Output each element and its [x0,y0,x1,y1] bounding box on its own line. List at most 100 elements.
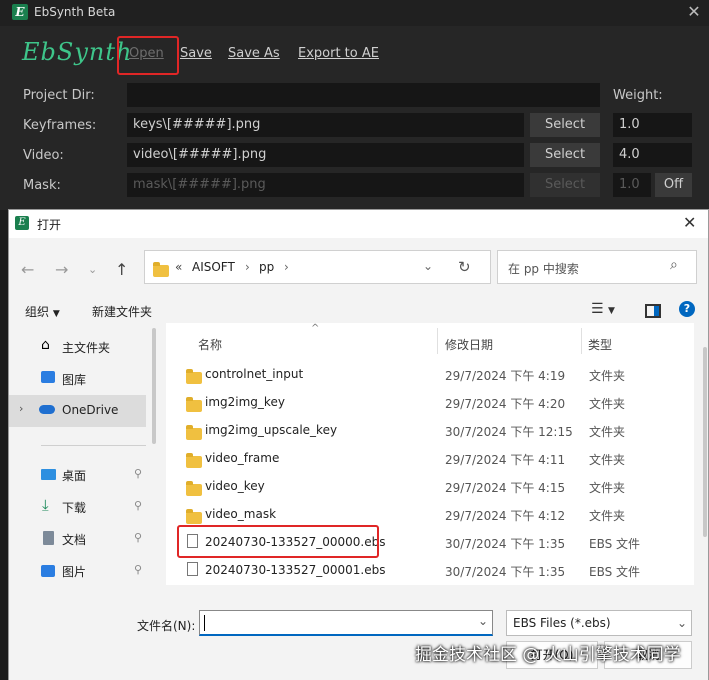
preview-pane-icon[interactable] [645,304,661,318]
video-field[interactable]: video\[#####].png [127,143,524,167]
window-title: EbSynth Beta [34,5,116,19]
new-folder-button[interactable]: 新建文件夹 [92,303,152,320]
file-name: 20240730-133527_00001.ebs [205,563,386,577]
folder-icon [186,481,202,496]
ebsynth-titlebar: E EbSynth Beta ✕ [0,0,709,26]
up-icon[interactable]: ↑ [115,260,128,279]
ebsynth-logo: EbSynth [22,38,133,66]
refresh-icon[interactable]: ↻ [458,258,471,276]
help-icon[interactable]: ? [679,301,695,317]
keyframes-label: Keyframes: [23,118,97,133]
file-type: 文件夹 [589,509,626,523]
file-type: 文件夹 [589,369,626,383]
sidebar-item-home[interactable]: 主文件夹 [62,339,110,356]
mask-label: Mask: [23,178,61,193]
save-menu-item[interactable]: Save [180,46,212,61]
weight-label: Weight: [613,88,663,103]
keyframes-select-button[interactable]: Select [530,113,600,137]
file-type: 文件夹 [589,453,626,467]
forward-icon[interactable]: → [55,260,68,279]
file-date: 30/7/2024 下午 1:35 [445,537,566,551]
gallery-icon [41,371,55,383]
mask-select-button[interactable]: Select [530,173,600,197]
organize-label: 组织 [25,305,50,319]
home-icon: ⌂ [41,337,50,353]
search-box[interactable]: 在 pp 中搜索 ⌕ [497,250,697,284]
recent-locations-icon[interactable]: ⌄ [88,263,97,276]
file-name: video_mask [205,507,277,521]
pin-icon[interactable]: ⚲ [134,531,142,544]
ebsynth-app-icon: E [12,4,28,20]
file-list-scrollbar[interactable] [703,347,707,537]
column-header-date[interactable]: 修改日期 [445,336,493,353]
sidebar-item-gallery[interactable]: 图库 [62,371,86,388]
file-type: EBS 文件 [589,537,641,551]
project-dir-field[interactable] [127,83,600,107]
column-divider[interactable] [437,328,438,354]
organize-menu[interactable]: 组织 ▼ [25,303,60,320]
pin-icon[interactable]: ⚲ [134,563,142,576]
close-icon[interactable]: ✕ [683,213,696,232]
sidebar-item-desktop[interactable]: 桌面 [62,467,86,484]
file-type: 文件夹 [589,425,626,439]
open-file-dialog: E 打开 ✕ ← → ⌄ ↑ « AISOFT › pp › ⌄ ↻ 在 pp … [8,209,709,680]
open-highlight-box [117,36,179,75]
filename-input[interactable]: ⌄ [199,610,493,636]
sidebar-item-documents[interactable]: 文档 [62,531,86,548]
sidebar-scrollbar[interactable] [152,328,156,444]
file-name: video_frame [205,451,280,465]
folder-icon [186,369,202,384]
dialog-title: 打开 [37,218,62,232]
pin-icon[interactable]: ⚲ [134,499,142,512]
address-bar[interactable]: « AISOFT › pp › ⌄ ↻ [144,250,491,284]
column-header-type[interactable]: 类型 [588,336,612,353]
file-date: 29/7/2024 下午 4:19 [445,369,566,383]
export-to-ae-menu-item[interactable]: Export to AE [298,46,379,61]
folder-icon [186,509,202,524]
chevron-down-icon: ⌄ [677,616,688,630]
cloud-icon [39,405,55,414]
filetype-select[interactable]: EBS Files (*.ebs) ⌄ [506,610,692,636]
back-icon[interactable]: ← [21,260,34,279]
column-divider[interactable] [581,328,582,354]
column-header-name[interactable]: 名称 [198,336,222,353]
address-segment-aisoft[interactable]: AISOFT [192,260,235,274]
caret-down-icon: ▼ [52,309,60,319]
navigation-pane: ⌂ 主文件夹 图库 › OneDrive 桌面 ⚲ ⤓ 下载 ⚲ 文档 ⚲ 图片… [9,323,155,585]
chevron-down-icon[interactable]: ⌄ [478,614,488,628]
mask-field[interactable]: mask\[#####].png [127,173,524,197]
video-weight-field[interactable]: 4.0 [613,143,692,167]
keyframes-field[interactable]: keys\[#####].png [127,113,524,137]
save-as-menu-item[interactable]: Save As [228,46,280,61]
file-date: 30/7/2024 下午 12:15 [445,425,573,439]
expand-chevron-icon[interactable]: › [19,402,23,415]
close-icon[interactable]: ✕ [682,1,706,23]
sidebar-item-pictures[interactable]: 图片 [62,563,86,580]
mask-toggle-button[interactable]: Off [655,173,692,197]
view-options-icon[interactable]: ☰ ▼ [591,301,615,317]
file-date: 29/7/2024 下午 4:11 [445,453,566,467]
address-segment-pp[interactable]: pp [259,260,274,274]
watermark-text: 掘金技术社区 @ 火山引擎技术同学 [415,645,681,665]
sidebar-item-downloads[interactable]: 下载 [62,499,86,516]
document-icon [43,531,54,545]
file-date: 29/7/2024 下午 4:20 [445,397,566,411]
pin-icon[interactable]: ⚲ [134,467,142,480]
mask-weight-field[interactable]: 1.0 [613,173,651,197]
keyframes-weight-field[interactable]: 1.0 [613,113,692,137]
video-label: Video: [23,148,64,163]
file-type: 文件夹 [589,481,626,495]
folder-icon [186,425,202,440]
folder-icon [186,397,202,412]
sidebar-item-onedrive[interactable]: OneDrive [62,403,118,417]
dialog-titlebar: E 打开 ✕ [9,210,708,238]
search-input[interactable]: 在 pp 中搜索 [508,260,579,277]
file-icon [187,562,198,576]
video-select-button[interactable]: Select [530,143,600,167]
file-date: 30/7/2024 下午 1:35 [445,565,566,579]
address-overflow[interactable]: « [175,260,182,274]
chevron-down-icon[interactable]: ⌄ [423,259,433,273]
folder-icon [186,453,202,468]
file-date: 29/7/2024 下午 4:15 [445,481,566,495]
file-highlight-box [177,525,379,558]
